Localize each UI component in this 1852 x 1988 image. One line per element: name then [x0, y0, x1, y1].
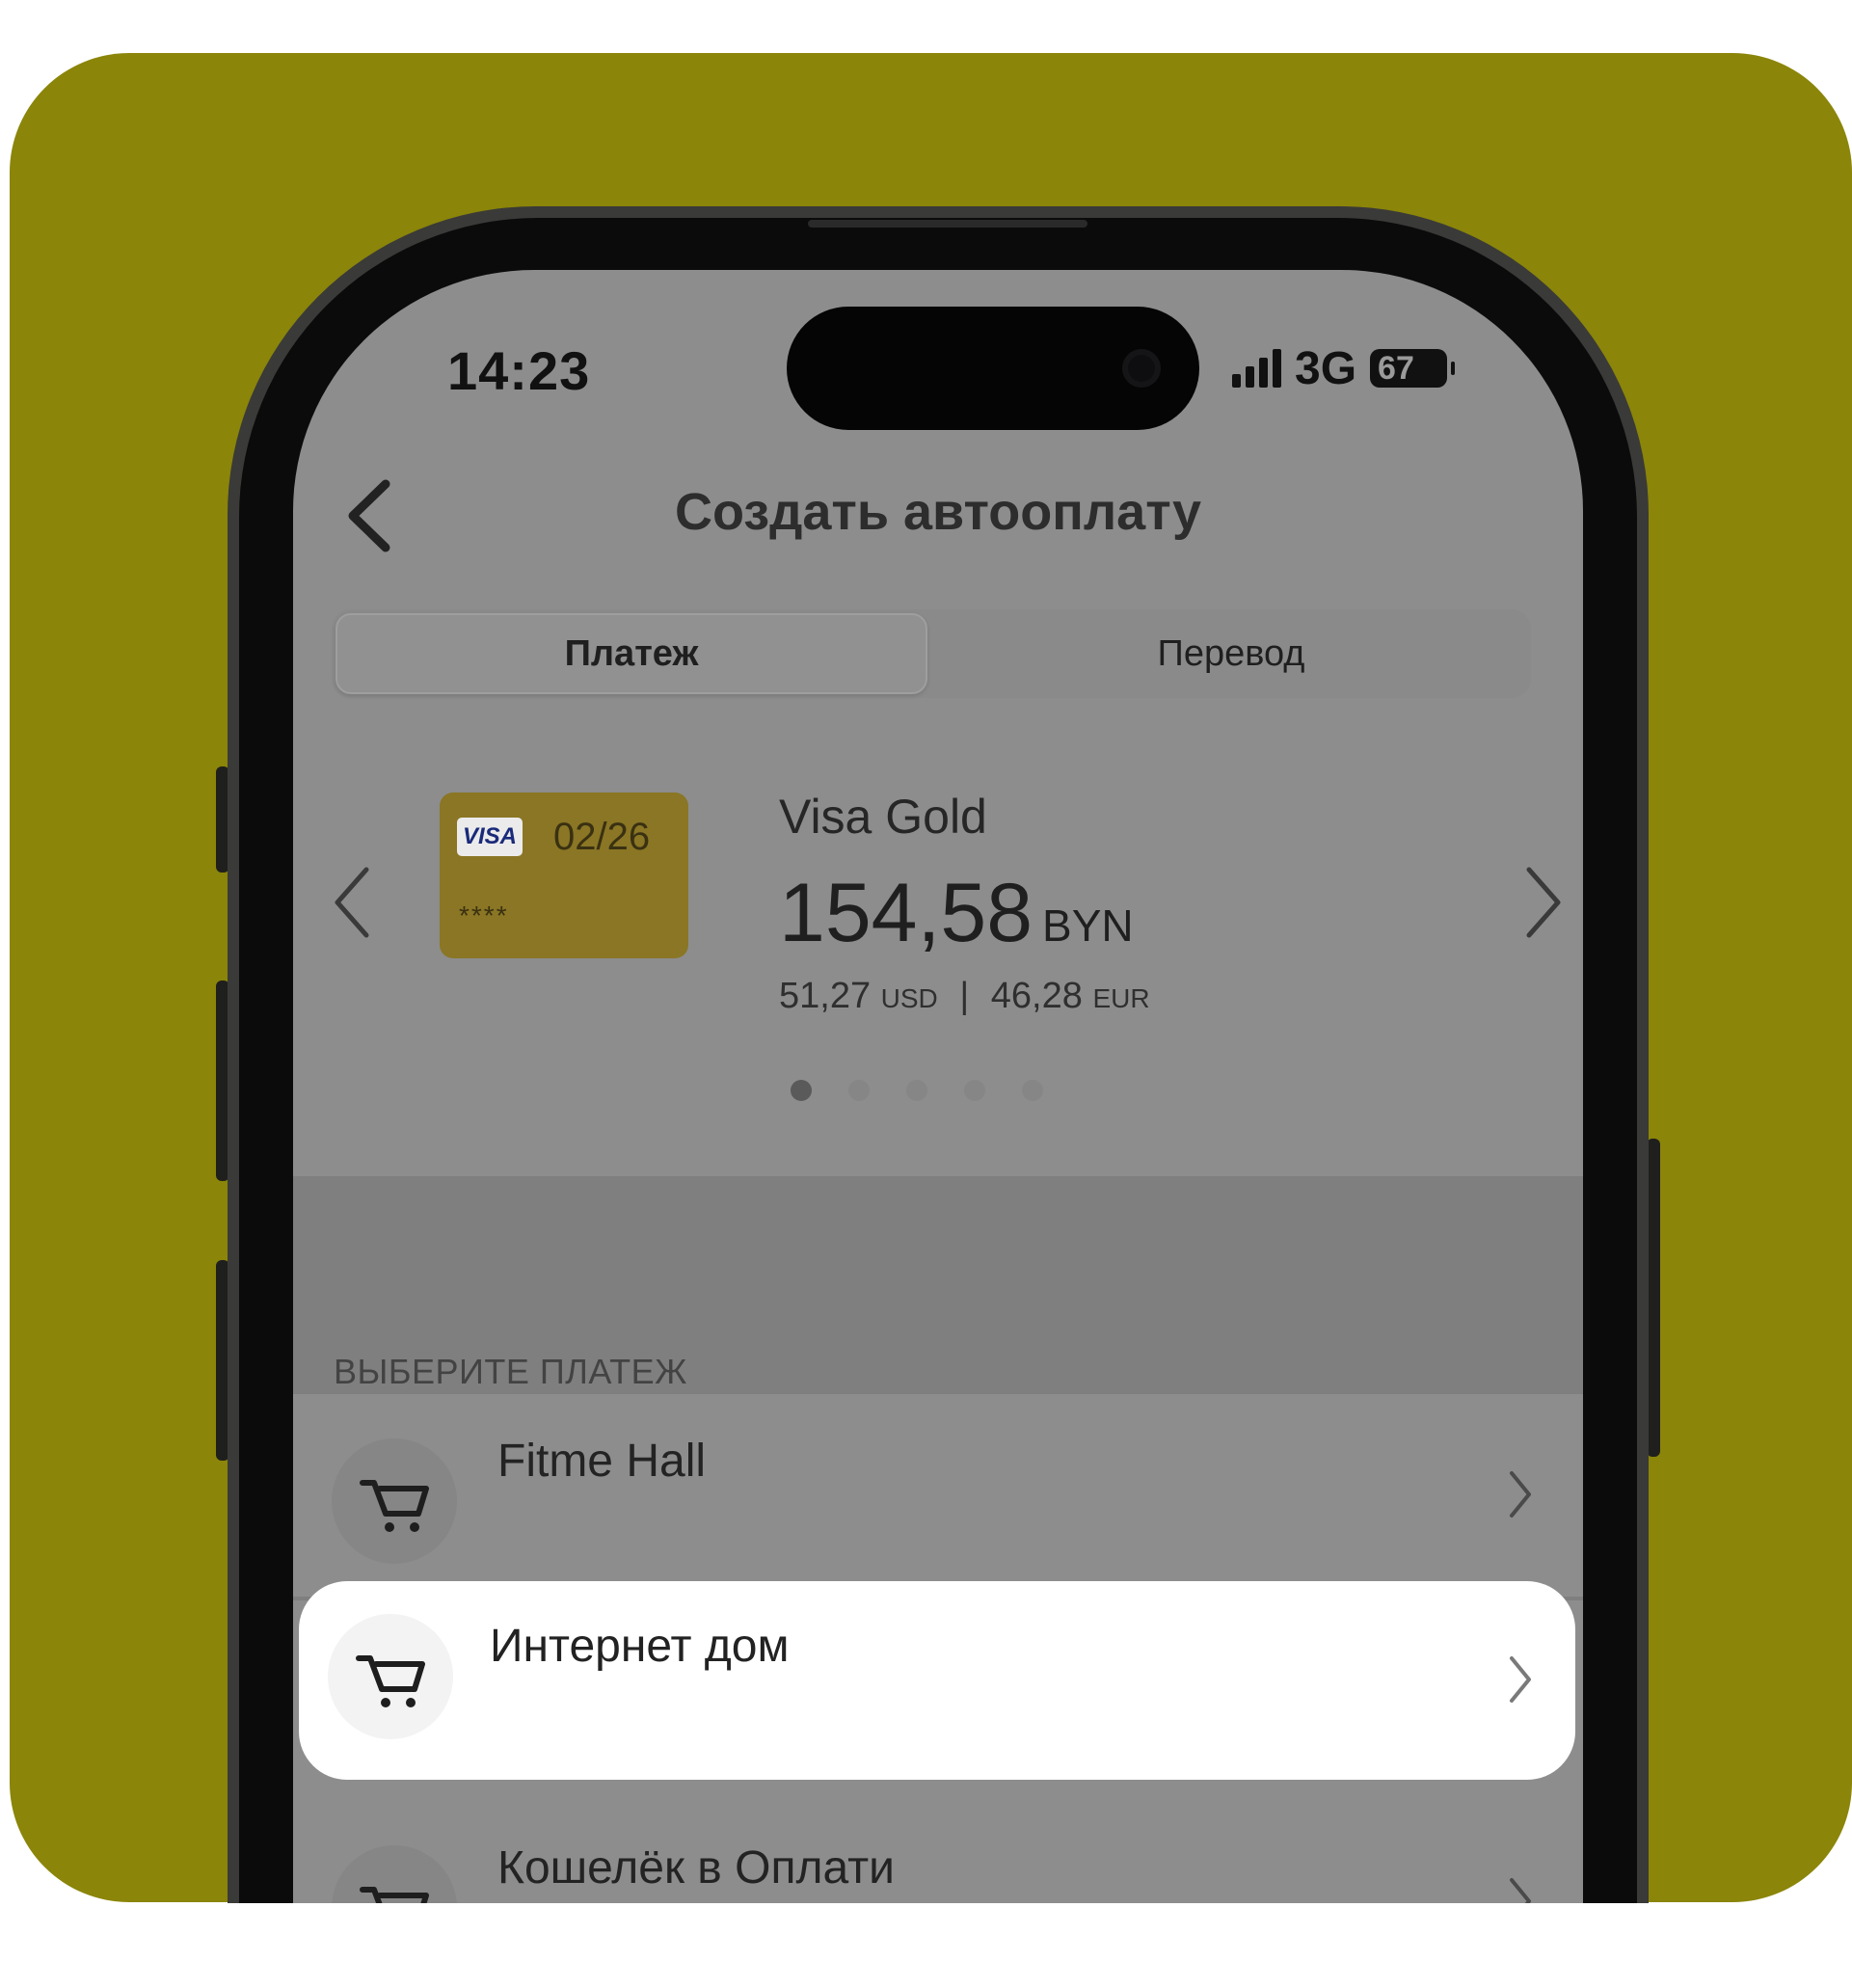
speaker-grille [808, 220, 1087, 228]
row-chevron [1506, 1876, 1535, 1903]
payment-label: Интернет дом [490, 1621, 790, 1672]
tab-payment[interactable]: Платеж [332, 609, 931, 698]
page-dot[interactable] [964, 1080, 985, 1101]
tab-transfer[interactable]: Перевод [931, 609, 1531, 698]
page-dot[interactable] [848, 1080, 870, 1101]
chevron-right-icon [1510, 1471, 1531, 1518]
section-label: ВЫБЕРИТЕ ПЛАТЕЖ [334, 1352, 687, 1391]
dynamic-island [787, 307, 1199, 430]
usd-amount: 51,27 [779, 976, 872, 1016]
payment-label: Fitme Hall [497, 1436, 707, 1487]
page-title: Создать автооплату [674, 483, 1202, 541]
cart-icon [360, 1480, 429, 1532]
row-chevron [1506, 1654, 1535, 1709]
page-dot[interactable] [906, 1080, 927, 1101]
page-dot[interactable] [791, 1080, 812, 1101]
chevron-left-icon [335, 867, 369, 938]
card-name: Visa Gold [779, 790, 987, 844]
battery-icon: 67 [1370, 349, 1456, 388]
card-expiry: 02/26 [553, 816, 651, 858]
card-number-mask: **** [459, 900, 509, 930]
usd-label: USD [880, 983, 938, 1013]
eur-label: EUR [1092, 983, 1150, 1013]
status-time: 14:23 [447, 340, 591, 401]
front-camera [1122, 349, 1161, 388]
signal-icon [1232, 349, 1281, 388]
card-image[interactable]: VISA 02/26 **** [440, 793, 688, 958]
carousel-prev-button[interactable] [328, 864, 376, 946]
page-dot[interactable] [1022, 1080, 1043, 1101]
balance-amount: 154,58 [779, 867, 1033, 959]
network-type: 3G [1295, 342, 1357, 394]
card-converted-balances: 51,27 USD | 46,28 EUR [779, 976, 1150, 1017]
row-icon-circle [332, 1845, 457, 1903]
payment-row-internet-dom[interactable]: Интернет дом [299, 1581, 1575, 1780]
card-carousel: VISA 02/26 **** Visa Gold 154,58 BYN 51,2… [293, 752, 1583, 1167]
battery-level: 67 [1378, 349, 1414, 387]
phone-power-button [1647, 1139, 1660, 1457]
balance-separator: | [959, 976, 970, 1016]
segmented-control: Платеж Перевод [332, 609, 1531, 698]
cart-icon [360, 1887, 429, 1903]
card-balance: 154,58 BYN [779, 866, 1134, 961]
chevron-right-icon [1510, 1656, 1531, 1703]
row-chevron [1506, 1469, 1535, 1524]
chevron-right-icon [1526, 867, 1561, 938]
cart-icon [356, 1655, 425, 1707]
balance-currency: BYN [1042, 900, 1134, 951]
carousel-page-indicator [791, 1080, 1043, 1101]
carousel-next-button[interactable] [1519, 864, 1568, 946]
visa-logo-icon: VISA [457, 818, 523, 856]
eur-amount: 46,28 [990, 976, 1083, 1016]
row-icon-circle [328, 1614, 453, 1739]
payment-row-fitme-hall[interactable]: Fitme Hall [293, 1394, 1583, 1597]
chevron-right-icon [1510, 1878, 1531, 1903]
payment-label: Кошелёк в Оплати [497, 1842, 895, 1894]
row-icon-circle [332, 1438, 457, 1564]
payment-row-koshelek[interactable]: Кошелёк в Оплати [293, 1801, 1583, 1903]
status-indicators: 3G 67 [1232, 339, 1456, 397]
